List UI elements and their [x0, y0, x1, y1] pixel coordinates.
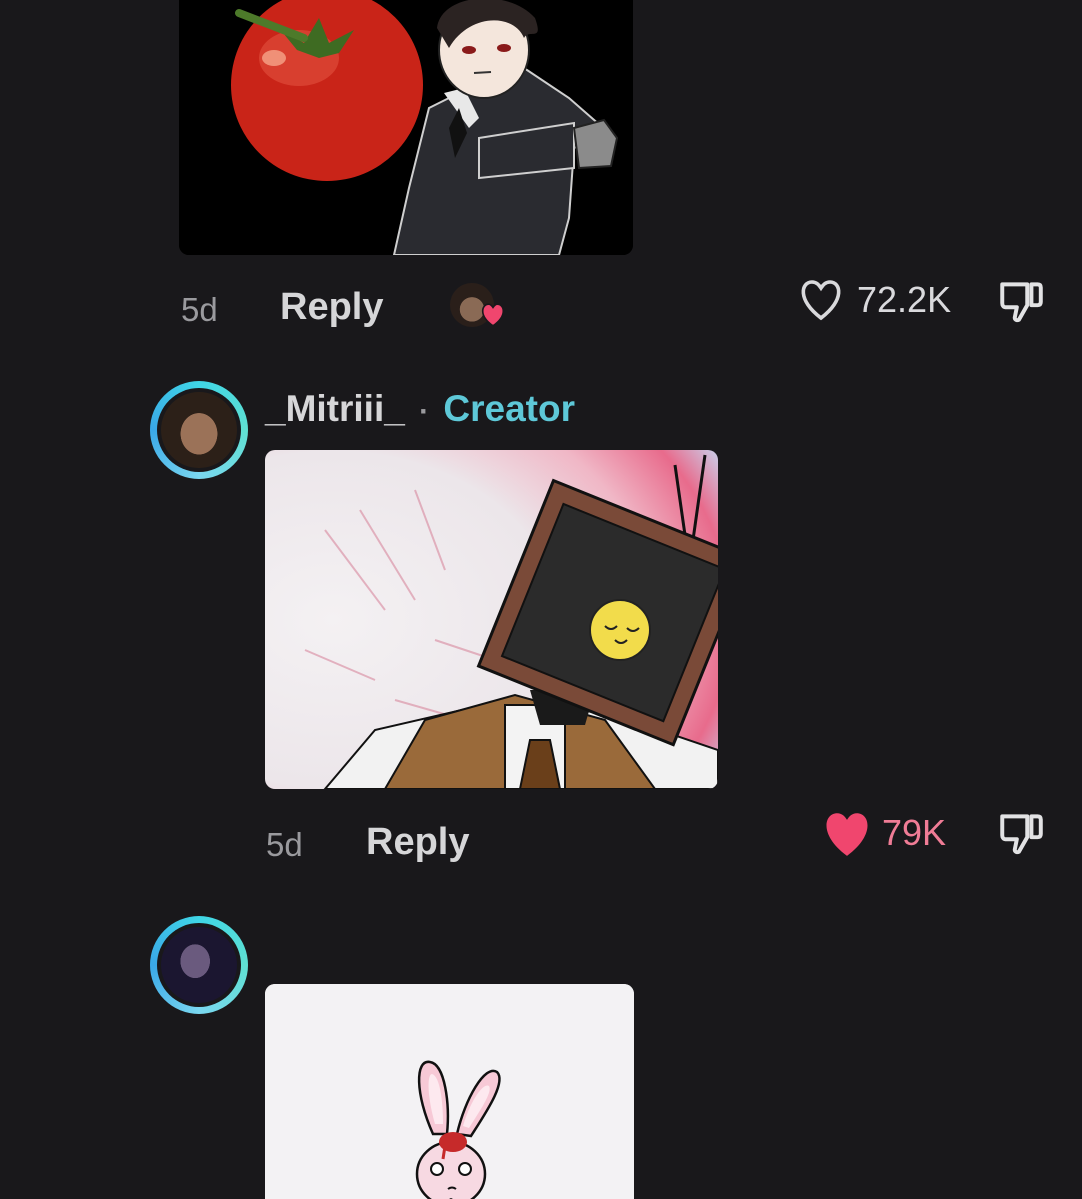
like-button[interactable] — [797, 278, 843, 322]
comments-feed: 5d Reply 72.2K _Mitriii_ · Creator 5d Re… — [0, 0, 1082, 1199]
comment-header: _Mitriii_ · Creator — [265, 388, 575, 430]
like-count: 72.2K — [857, 279, 952, 320]
bunny-character-image — [265, 984, 634, 1199]
creator-liked-badge — [450, 283, 506, 333]
comment-image-sticker-tv-head[interactable] — [265, 450, 718, 789]
comment-timestamp: 5d — [266, 826, 303, 863]
comment-timestamp: 5d — [181, 291, 218, 328]
tv-head-character-image — [265, 450, 718, 789]
dislike-button[interactable] — [994, 276, 1048, 326]
heart-outline-icon — [801, 280, 841, 321]
username[interactable]: _Mitriii_ — [265, 388, 405, 429]
like-count: 79K — [882, 812, 947, 853]
anime-character-tomato-image — [179, 0, 633, 255]
heart-filled-icon — [481, 303, 505, 327]
comment-image-sticker-bunny[interactable] — [265, 984, 634, 1199]
like-button[interactable] — [820, 810, 874, 858]
thumbs-down-icon — [1000, 282, 1043, 323]
avatar-mitriii[interactable] — [150, 381, 248, 479]
reply-button[interactable]: Reply — [280, 286, 383, 329]
avatar-photo — [161, 927, 237, 1003]
avatar-commenter[interactable] — [150, 916, 248, 1014]
reply-button[interactable]: Reply — [366, 821, 469, 864]
creator-badge: Creator — [443, 388, 575, 429]
comment-image-sticker-tomato[interactable] — [179, 0, 633, 255]
separator: · — [419, 395, 430, 428]
heart-filled-icon — [826, 813, 868, 856]
avatar-photo — [161, 392, 237, 468]
dislike-button[interactable] — [994, 808, 1048, 858]
thumbs-down-icon — [1000, 814, 1043, 855]
